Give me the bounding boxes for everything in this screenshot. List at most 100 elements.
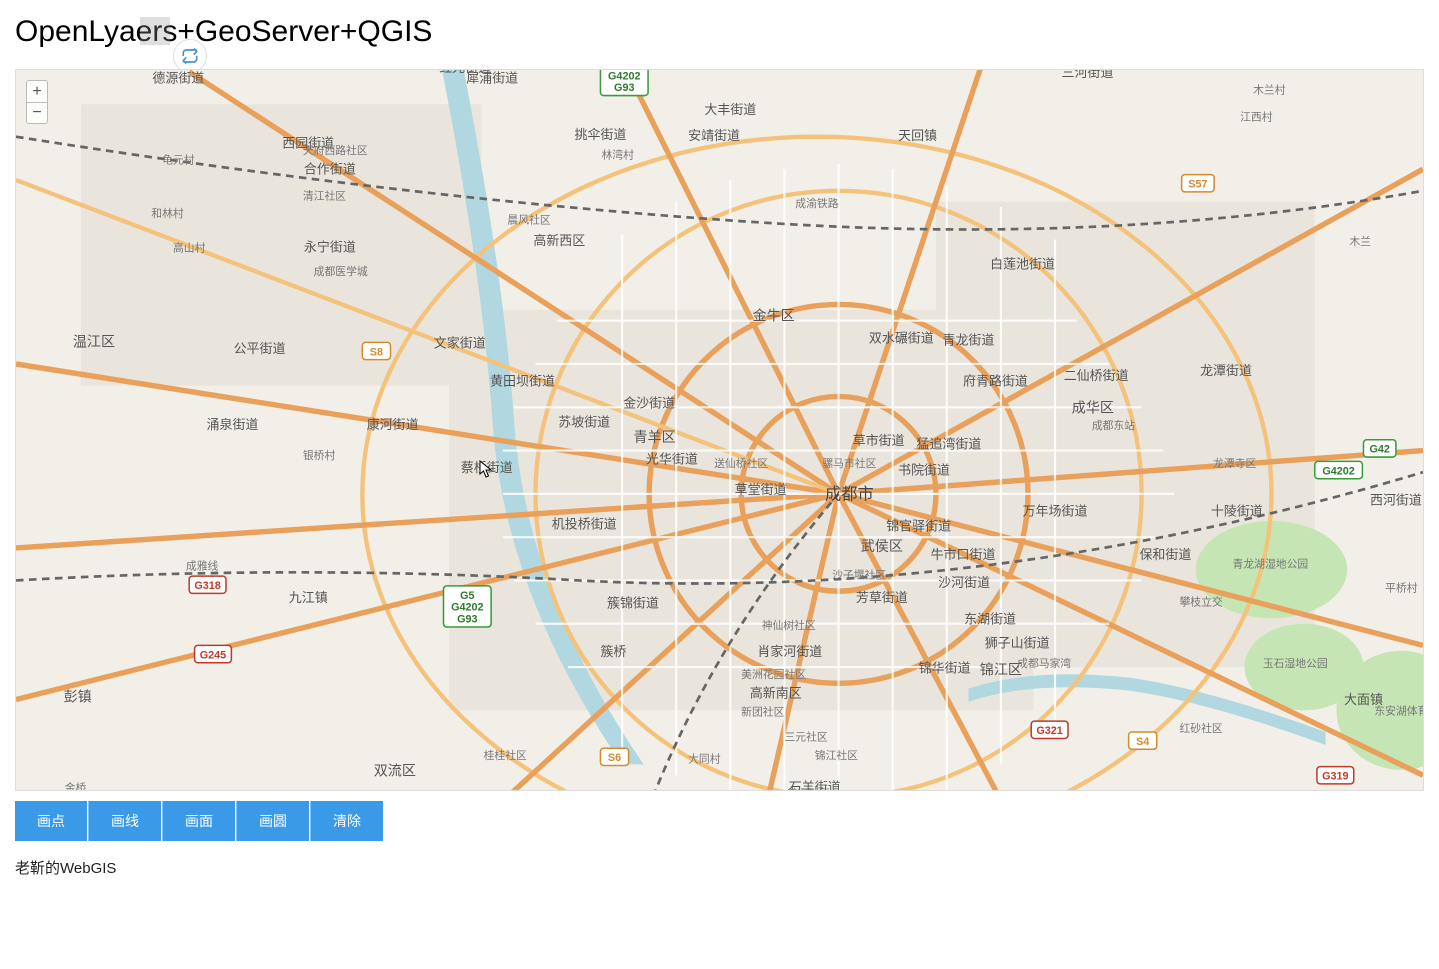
svg-text:S4: S4 bbox=[1136, 736, 1149, 748]
svg-text:簇锦街道: 簇锦街道 bbox=[607, 595, 659, 610]
svg-text:和林村: 和林村 bbox=[151, 206, 184, 220]
svg-text:肖家河街道: 肖家河街道 bbox=[757, 644, 822, 659]
svg-text:锦官驿街道: 锦官驿街道 bbox=[886, 519, 951, 534]
draw-circle-button[interactable]: 画圆 bbox=[236, 801, 309, 841]
svg-text:骡马市社区: 骡马市社区 bbox=[822, 456, 876, 470]
svg-text:清江社区: 清江社区 bbox=[303, 188, 346, 202]
svg-text:安靖街道: 安靖街道 bbox=[688, 128, 740, 143]
svg-text:金牛区: 金牛区 bbox=[753, 309, 795, 325]
svg-text:G5: G5 bbox=[460, 590, 474, 602]
svg-text:三元社区: 三元社区 bbox=[784, 730, 827, 744]
svg-text:G245: G245 bbox=[200, 649, 226, 661]
svg-text:攀枝立交: 攀枝立交 bbox=[1179, 594, 1222, 608]
svg-text:机投桥街道: 机投桥街道 bbox=[552, 516, 617, 531]
svg-text:银桥村: 银桥村 bbox=[303, 448, 336, 462]
svg-text:双水碾街道: 双水碾街道 bbox=[869, 330, 934, 345]
svg-text:G42: G42 bbox=[1369, 444, 1389, 456]
svg-text:德源街道: 德源街道 bbox=[152, 71, 204, 86]
svg-text:新团社区: 新团社区 bbox=[741, 705, 784, 719]
svg-text:木兰村: 木兰村 bbox=[1253, 82, 1286, 96]
svg-text:G318: G318 bbox=[194, 580, 220, 592]
svg-text:成都市: 成都市 bbox=[825, 485, 874, 503]
svg-text:涌泉街道: 涌泉街道 bbox=[207, 417, 259, 432]
svg-text:康河街道: 康河街道 bbox=[367, 417, 419, 432]
svg-text:猛追湾街道: 猛追湾街道 bbox=[917, 436, 982, 451]
svg-text:牛市口街道: 牛市口街道 bbox=[931, 547, 996, 562]
zoom-in-button[interactable]: + bbox=[26, 80, 48, 102]
svg-text:万年场街道: 万年场街道 bbox=[1023, 504, 1088, 519]
svg-text:S8: S8 bbox=[370, 346, 383, 358]
svg-text:S57: S57 bbox=[1188, 179, 1207, 191]
svg-text:大同村: 大同村 bbox=[688, 751, 721, 765]
draw-polygon-button[interactable]: 画面 bbox=[162, 801, 235, 841]
svg-text:合作街道: 合作街道 bbox=[304, 161, 356, 176]
svg-text:十陵街道: 十陵街道 bbox=[1211, 504, 1263, 519]
svg-text:成都医学城: 成都医学城 bbox=[314, 264, 368, 278]
draw-toolbar: 画点 画线 画面 画圆 清除 bbox=[15, 801, 1424, 841]
svg-text:成都东站: 成都东站 bbox=[1092, 418, 1135, 432]
page-title: OpenLyaers+GeoServer+QGIS bbox=[15, 15, 1424, 49]
svg-text:平桥村: 平桥村 bbox=[1385, 580, 1418, 594]
draw-point-button[interactable]: 画点 bbox=[15, 801, 87, 841]
svg-text:青龙街道: 青龙街道 bbox=[942, 332, 994, 347]
svg-text:晨风社区: 晨风社区 bbox=[507, 212, 550, 226]
svg-text:G319: G319 bbox=[1322, 771, 1348, 783]
svg-text:高新南区: 高新南区 bbox=[750, 685, 802, 700]
footer-text: 老靳的WebGIS bbox=[15, 857, 1424, 878]
svg-text:武侯区: 武侯区 bbox=[861, 539, 903, 555]
svg-text:九江镇: 九江镇 bbox=[289, 590, 328, 605]
svg-text:光华街道: 光华街道 bbox=[646, 452, 698, 467]
svg-text:龙潭街道: 龙潭街道 bbox=[1200, 363, 1252, 378]
svg-text:公平街道: 公平街道 bbox=[234, 341, 286, 356]
svg-text:大面镇: 大面镇 bbox=[1344, 692, 1383, 707]
svg-text:龙潭寺区: 龙潭寺区 bbox=[1213, 457, 1256, 470]
svg-text:红光街道: 红光街道 bbox=[439, 70, 491, 75]
svg-text:G4202: G4202 bbox=[1322, 465, 1354, 477]
svg-text:龟元村: 龟元村 bbox=[162, 153, 195, 167]
svg-text:二仙桥街道: 二仙桥街道 bbox=[1064, 368, 1129, 383]
svg-text:文家街道: 文家街道 bbox=[434, 336, 486, 351]
svg-text:金桥: 金桥 bbox=[65, 780, 87, 790]
svg-text:成雅线: 成雅线 bbox=[186, 559, 219, 573]
svg-text:蔡桥街道: 蔡桥街道 bbox=[461, 460, 513, 475]
svg-text:西河街道: 西河街道 bbox=[1370, 493, 1422, 508]
svg-text:苏坡街道: 苏坡街道 bbox=[558, 415, 610, 430]
svg-text:江西村: 江西村 bbox=[1240, 109, 1273, 123]
svg-text:永宁街道: 永宁街道 bbox=[304, 239, 356, 254]
svg-text:锦江区: 锦江区 bbox=[980, 662, 1022, 679]
clear-button[interactable]: 清除 bbox=[310, 801, 383, 841]
zoom-out-button[interactable]: − bbox=[26, 102, 48, 124]
svg-text:沙河街道: 沙河街道 bbox=[938, 575, 990, 590]
svg-text:高新西区: 高新西区 bbox=[533, 233, 585, 248]
svg-text:成华区: 成华区 bbox=[1072, 401, 1114, 417]
svg-text:锦华街道: 锦华街道 bbox=[919, 660, 971, 675]
svg-text:府青路街道: 府青路街道 bbox=[963, 374, 1028, 389]
svg-text:温江区: 温江区 bbox=[73, 335, 115, 351]
svg-text:白莲池街道: 白莲池街道 bbox=[990, 257, 1055, 272]
svg-text:挑伞街道: 挑伞街道 bbox=[575, 127, 627, 142]
svg-text:G4202: G4202 bbox=[608, 70, 640, 82]
svg-text:美洲花园社区: 美洲花园社区 bbox=[741, 667, 806, 681]
map-canvas[interactable]: G5G4202G93 G5G4202G93 S8 G42 G4202 S4 S6… bbox=[16, 70, 1423, 790]
svg-text:高山村: 高山村 bbox=[173, 240, 206, 254]
svg-text:双流区: 双流区 bbox=[374, 763, 416, 779]
svg-text:草市街道: 草市街道 bbox=[853, 433, 905, 448]
svg-text:G321: G321 bbox=[1036, 725, 1062, 737]
svg-text:神仙树社区: 神仙树社区 bbox=[762, 618, 816, 632]
draw-line-button[interactable]: 画线 bbox=[88, 801, 161, 841]
svg-text:青羊区: 青羊区 bbox=[633, 430, 675, 446]
svg-text:狮子山街道: 狮子山街道 bbox=[985, 636, 1050, 651]
svg-text:沙子堰社区: 沙子堰社区 bbox=[832, 567, 886, 581]
svg-text:草堂街道: 草堂街道 bbox=[735, 482, 787, 497]
svg-text:黄田坝街道: 黄田坝街道 bbox=[490, 374, 555, 389]
svg-text:锦江社区: 锦江社区 bbox=[815, 748, 858, 762]
svg-text:天回镇: 天回镇 bbox=[898, 128, 937, 143]
svg-text:三河街道: 三河街道 bbox=[1062, 70, 1114, 80]
zoom-controls: + − bbox=[26, 80, 48, 124]
svg-text:彭镇: 彭镇 bbox=[64, 690, 92, 706]
svg-text:成都马家湾: 成都马家湾 bbox=[1017, 656, 1071, 670]
svg-text:簇桥: 簇桥 bbox=[600, 644, 626, 659]
svg-text:保和街道: 保和街道 bbox=[1139, 547, 1191, 562]
svg-text:S6: S6 bbox=[608, 752, 621, 764]
map-viewport[interactable]: G5G4202G93 G5G4202G93 S8 G42 G4202 S4 S6… bbox=[15, 69, 1424, 791]
